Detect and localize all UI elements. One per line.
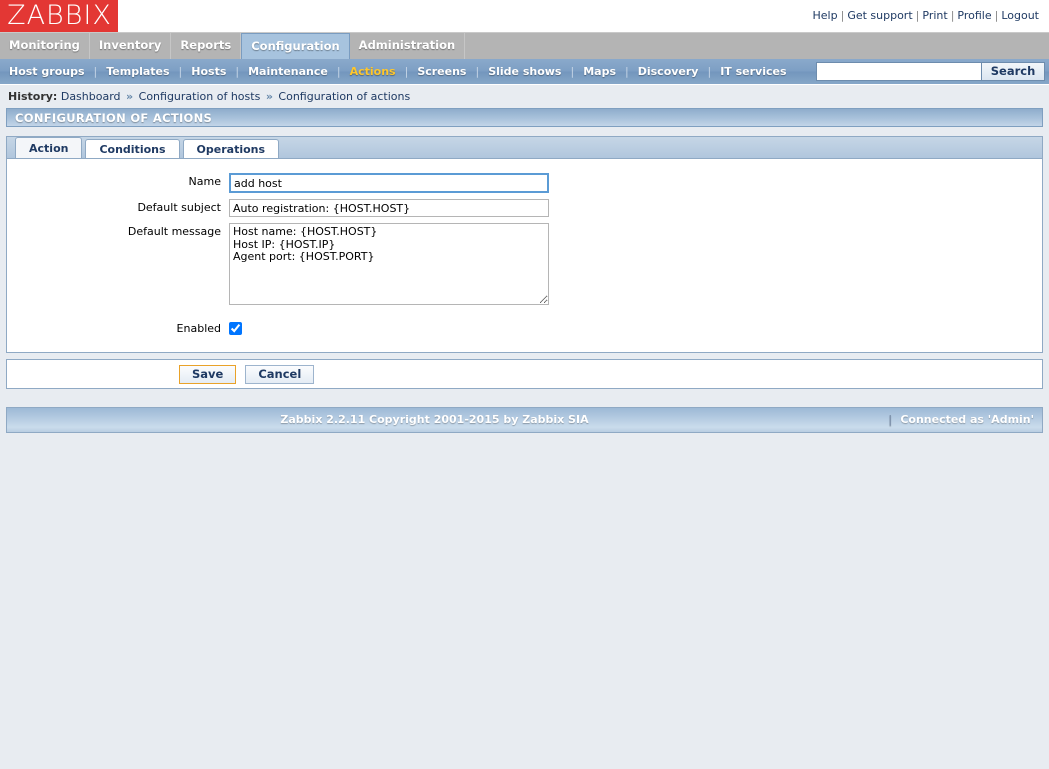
default-subject-input[interactable]	[229, 199, 549, 217]
menu-item-configuration[interactable]: Configuration	[241, 33, 350, 59]
footer-copyright: Zabbix 2.2.11 Copyright 2001-2015 by Zab…	[280, 413, 589, 426]
tab-action[interactable]: Action	[15, 137, 83, 158]
breadcrumb-separator-icon: »	[265, 90, 273, 103]
page-title: CONFIGURATION OF ACTIONS	[6, 108, 1043, 127]
submenu-item-templates[interactable]: Templates	[97, 65, 178, 78]
search-input[interactable]	[816, 62, 981, 81]
top-link-help[interactable]: Help	[813, 9, 838, 22]
submenu-item-it-services[interactable]: IT services	[711, 65, 795, 78]
footer-connected-label: Connected as 'Admin'	[900, 413, 1034, 426]
name-input[interactable]	[229, 173, 549, 193]
label-enabled: Enabled	[176, 322, 221, 335]
action-form-panel: Name Default subject Default message Hos…	[6, 158, 1043, 353]
top-link-separator: |	[840, 9, 845, 22]
zabbix-logo: ZABBIX	[0, 0, 118, 32]
submenu-item-screens[interactable]: Screens	[408, 65, 475, 78]
submenu-item-host-groups[interactable]: Host groups	[0, 65, 94, 78]
top-link-separator: |	[994, 9, 999, 22]
breadcrumb: History: Dashboard » Configuration of ho…	[0, 85, 1049, 108]
top-link-get-support[interactable]: Get support	[847, 9, 912, 22]
submenu-item-maintenance[interactable]: Maintenance	[239, 65, 337, 78]
footer-connected-as: | Connected as 'Admin'	[888, 408, 1034, 432]
form-row-default-subject: Default subject	[7, 199, 1042, 217]
top-links: Help | Get support | Print | Profile | Logout	[813, 9, 1039, 22]
label-default-subject: Default subject	[137, 201, 221, 214]
submenu-item-actions[interactable]: Actions	[341, 65, 405, 78]
top-link-separator: |	[915, 9, 920, 22]
save-button[interactable]: Save	[179, 364, 237, 384]
menu-item-monitoring[interactable]: Monitoring	[0, 33, 90, 59]
top-link-separator: |	[950, 9, 955, 22]
field-enabled-wrapper	[229, 320, 242, 338]
field-default-subject-wrapper	[229, 199, 549, 217]
search-area: Search	[816, 62, 1045, 81]
form-row-default-message: Default message Host name: {HOST.HOST} H…	[7, 223, 1042, 308]
menu-item-inventory[interactable]: Inventory	[90, 33, 172, 59]
field-name-wrapper	[229, 173, 549, 193]
submenu-item-slide-shows[interactable]: Slide shows	[479, 65, 570, 78]
menu-item-reports[interactable]: Reports	[171, 33, 242, 59]
label-name: Name	[188, 175, 221, 188]
form-row-enabled: Enabled	[7, 320, 1042, 338]
field-default-message-wrapper: Host name: {HOST.HOST} Host IP: {HOST.IP…	[229, 223, 549, 308]
submenu-item-maps[interactable]: Maps	[574, 65, 625, 78]
default-message-textarea[interactable]: Host name: {HOST.HOST} Host IP: {HOST.IP…	[229, 223, 549, 305]
breadcrumb-item-dashboard[interactable]: Dashboard	[61, 90, 121, 103]
main-menu: Monitoring Inventory Reports Configurati…	[0, 32, 1049, 59]
breadcrumb-item-configuration-of-hosts[interactable]: Configuration of hosts	[139, 90, 261, 103]
enabled-checkbox[interactable]	[229, 322, 242, 335]
top-link-print[interactable]: Print	[922, 9, 947, 22]
tab-conditions[interactable]: Conditions	[85, 139, 180, 158]
menu-item-administration[interactable]: Administration	[350, 33, 466, 59]
sub-menu: Host groups | Templates | Hosts | Mainte…	[0, 59, 1049, 85]
form-tabs: Action Conditions Operations	[6, 136, 1043, 158]
label-default-message: Default message	[127, 225, 221, 238]
tab-operations[interactable]: Operations	[182, 139, 280, 158]
breadcrumb-item-configuration-of-actions[interactable]: Configuration of actions	[278, 90, 410, 103]
submenu-item-discovery[interactable]: Discovery	[629, 65, 708, 78]
page-footer: Zabbix 2.2.11 Copyright 2001-2015 by Zab…	[6, 407, 1043, 433]
breadcrumb-separator-icon: »	[126, 90, 134, 103]
top-link-logout[interactable]: Logout	[1001, 9, 1039, 22]
submenu-item-hosts[interactable]: Hosts	[182, 65, 235, 78]
cancel-button[interactable]: Cancel	[245, 364, 315, 384]
top-header: ZABBIX Help | Get support | Print | Profile | Lo…	[0, 0, 1049, 32]
search-button[interactable]: Search	[981, 62, 1045, 81]
top-link-profile[interactable]: Profile	[957, 9, 991, 22]
form-row-name: Name	[7, 173, 1042, 193]
form-button-bar: Save Cancel	[6, 359, 1043, 389]
breadcrumb-label: History:	[8, 90, 58, 103]
footer-divider: |	[888, 413, 893, 426]
